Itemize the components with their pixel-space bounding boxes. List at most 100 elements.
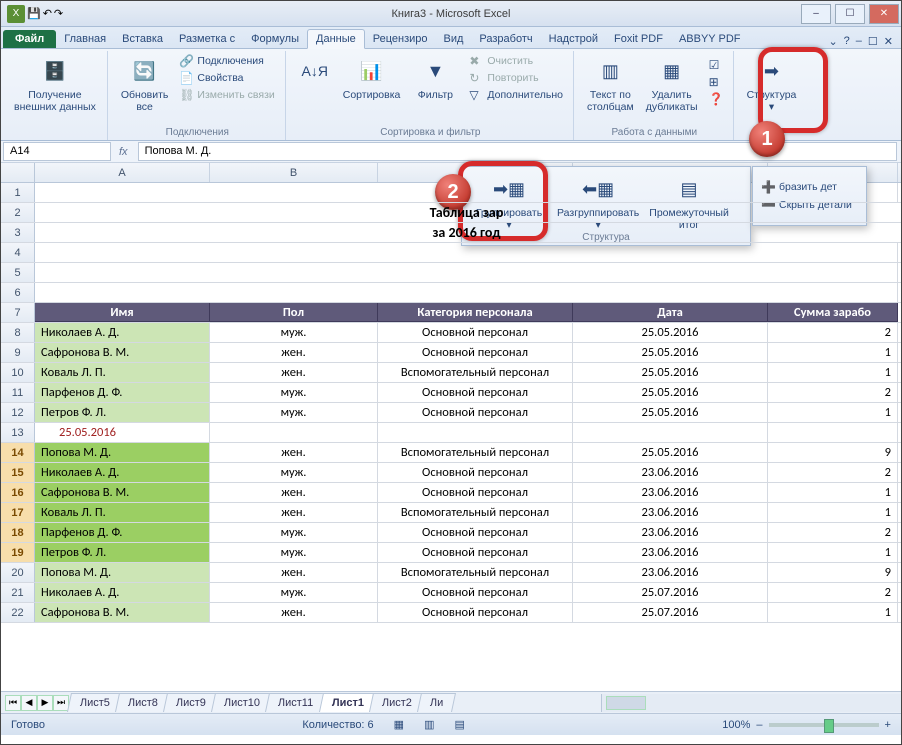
- collapse-ribbon-icon[interactable]: ⌄: [828, 35, 837, 48]
- cell-sex[interactable]: жен.: [210, 483, 378, 502]
- cell-category[interactable]: Вспомогательный персонал: [378, 503, 573, 522]
- tab-formulas[interactable]: Формулы: [243, 30, 307, 48]
- clear-filter-button[interactable]: ✖Очистить: [465, 53, 567, 69]
- win-close-icon[interactable]: ✕: [884, 35, 893, 48]
- cell-date[interactable]: 23.06.2016: [573, 523, 768, 542]
- table-row[interactable]: 11Парфенов Д. Ф.муж.Основной персонал25.…: [1, 383, 901, 403]
- cell-date[interactable]: 23.06.2016: [573, 543, 768, 562]
- table-row[interactable]: 22Сафронова В. М.жен.Основной персонал25…: [1, 603, 901, 623]
- cell-sex[interactable]: жен.: [210, 503, 378, 522]
- cell-name[interactable]: Коваль Л. П.: [35, 503, 210, 522]
- row-13[interactable]: 13 25.05.2016: [1, 423, 901, 443]
- cell-name[interactable]: Сафронова В. М.: [35, 483, 210, 502]
- zoom-in-icon[interactable]: +: [885, 719, 891, 731]
- remove-duplicates-button[interactable]: ▦ Удалить дубликаты: [641, 53, 703, 116]
- cell-sum[interactable]: 2: [768, 523, 898, 542]
- cell-sex[interactable]: муж.: [210, 583, 378, 602]
- cell-category[interactable]: Вспомогательный персонал: [378, 563, 573, 582]
- fx-icon[interactable]: fx: [119, 146, 128, 158]
- tab-data[interactable]: Данные: [307, 29, 365, 49]
- table-row[interactable]: 18Парфенов Д. Ф.муж.Основной персонал23.…: [1, 523, 901, 543]
- tab-view[interactable]: Вид: [436, 30, 472, 48]
- horizontal-scrollbar[interactable]: [601, 694, 901, 712]
- cell-sum[interactable]: 2: [768, 323, 898, 342]
- connections-button[interactable]: 🔗Подключения: [175, 53, 278, 69]
- cell-date[interactable]: 25.05.2016: [573, 363, 768, 382]
- select-all-corner[interactable]: [1, 163, 35, 182]
- cell-name[interactable]: Попова М. Д.: [35, 443, 210, 462]
- properties-button[interactable]: 📄Свойства: [175, 70, 278, 86]
- prev-sheet-button[interactable]: ◀: [21, 695, 37, 711]
- worksheet-grid[interactable]: 1 2Таблица зар 3за 2016 год 4 5 6 7 Имя …: [1, 183, 901, 691]
- cell-category[interactable]: Основной персонал: [378, 603, 573, 622]
- row-1[interactable]: 1: [1, 183, 901, 203]
- cell-date[interactable]: 23.06.2016: [573, 563, 768, 582]
- cell-name[interactable]: Николаев А. Д.: [35, 323, 210, 342]
- cell-category[interactable]: Основной персонал: [378, 523, 573, 542]
- close-button[interactable]: ✕: [869, 4, 899, 24]
- consolidate-button[interactable]: ⊞: [705, 74, 727, 90]
- refresh-all-button[interactable]: 🔄 Обновить все: [116, 53, 174, 116]
- maximize-button[interactable]: ☐: [835, 4, 865, 24]
- cell-name[interactable]: Сафронова В. М.: [35, 343, 210, 362]
- sort-asc-button[interactable]: A↓Я: [294, 53, 336, 105]
- reapply-button[interactable]: ↻Повторить: [465, 70, 567, 86]
- cell-sum[interactable]: 1: [768, 503, 898, 522]
- cell-sum[interactable]: 1: [768, 363, 898, 382]
- tab-addins[interactable]: Надстрой: [541, 30, 606, 48]
- win-min-icon[interactable]: –: [856, 35, 862, 48]
- tab-home[interactable]: Главная: [56, 30, 114, 48]
- cell-date[interactable]: 25.05.2016: [573, 323, 768, 342]
- cell-name[interactable]: Парфенов Д. Ф.: [35, 383, 210, 402]
- text-to-columns-button[interactable]: ▥ Текст по столбцам: [582, 53, 639, 116]
- cell-sum[interactable]: 1: [768, 403, 898, 422]
- cell-sex[interactable]: муж.: [210, 463, 378, 482]
- row-3[interactable]: 3за 2016 год: [1, 223, 901, 243]
- sheet-tab[interactable]: Лист11: [265, 693, 326, 712]
- cell-sex[interactable]: муж.: [210, 543, 378, 562]
- tab-foxit[interactable]: Foxit PDF: [606, 30, 671, 48]
- cell-date[interactable]: 23.06.2016: [573, 503, 768, 522]
- tab-layout[interactable]: Разметка с: [171, 30, 243, 48]
- table-row[interactable]: 10Коваль Л. П.жен.Вспомогательный персон…: [1, 363, 901, 383]
- tab-abbyy[interactable]: ABBYY PDF: [671, 30, 749, 48]
- cell-sum[interactable]: 1: [768, 483, 898, 502]
- row-4[interactable]: 4: [1, 243, 901, 263]
- cell-date[interactable]: 25.07.2016: [573, 603, 768, 622]
- data-validation-button[interactable]: ☑: [705, 57, 727, 73]
- table-row[interactable]: 9Сафронова В. М.жен.Основной персонал25.…: [1, 343, 901, 363]
- table-row[interactable]: 16Сафронова В. М.жен.Основной персонал23…: [1, 483, 901, 503]
- cell-category[interactable]: Основной персонал: [378, 323, 573, 342]
- next-sheet-button[interactable]: ▶: [37, 695, 53, 711]
- help-icon[interactable]: ?: [844, 35, 850, 48]
- cell-name[interactable]: Коваль Л. П.: [35, 363, 210, 382]
- view-normal-icon[interactable]: ▦: [394, 718, 404, 731]
- minimize-button[interactable]: –: [801, 4, 831, 24]
- sheet-tab[interactable]: Лист1: [319, 693, 377, 712]
- sort-button[interactable]: 📊 Сортировка: [338, 53, 406, 105]
- cell-sum[interactable]: 2: [768, 463, 898, 482]
- tab-review[interactable]: Рецензиро: [365, 30, 436, 48]
- table-row[interactable]: 8Николаев А. Д.муж.Основной персонал25.0…: [1, 323, 901, 343]
- cell-date[interactable]: 25.05.2016: [573, 343, 768, 362]
- cell-name[interactable]: Петров Ф. Л.: [35, 403, 210, 422]
- view-break-icon[interactable]: ▤: [454, 718, 464, 731]
- sheet-tab[interactable]: Ли: [417, 693, 456, 712]
- cell-name[interactable]: Попова М. Д.: [35, 563, 210, 582]
- cell-sex[interactable]: муж.: [210, 523, 378, 542]
- formula-input[interactable]: Попова М. Д.: [138, 142, 897, 161]
- cell-category[interactable]: Вспомогательный персонал: [378, 443, 573, 462]
- row-2[interactable]: 2Таблица зар: [1, 203, 901, 223]
- cell-date[interactable]: 25.05.2016: [573, 383, 768, 402]
- last-sheet-button[interactable]: ⏭: [53, 695, 69, 711]
- table-row[interactable]: 12Петров Ф. Л.муж.Основной персонал25.05…: [1, 403, 901, 423]
- cell-sex[interactable]: жен.: [210, 343, 378, 362]
- cell-sex[interactable]: муж.: [210, 383, 378, 402]
- table-row[interactable]: 14Попова М. Д.жен.Вспомогательный персон…: [1, 443, 901, 463]
- cell-sex[interactable]: жен.: [210, 563, 378, 582]
- cell-name[interactable]: Сафронова В. М.: [35, 603, 210, 622]
- zoom-slider[interactable]: [769, 723, 879, 727]
- structure-button[interactable]: ➡ Структура ▾: [742, 53, 802, 116]
- cell-category[interactable]: Основной персонал: [378, 543, 573, 562]
- cell-date[interactable]: 23.06.2016: [573, 483, 768, 502]
